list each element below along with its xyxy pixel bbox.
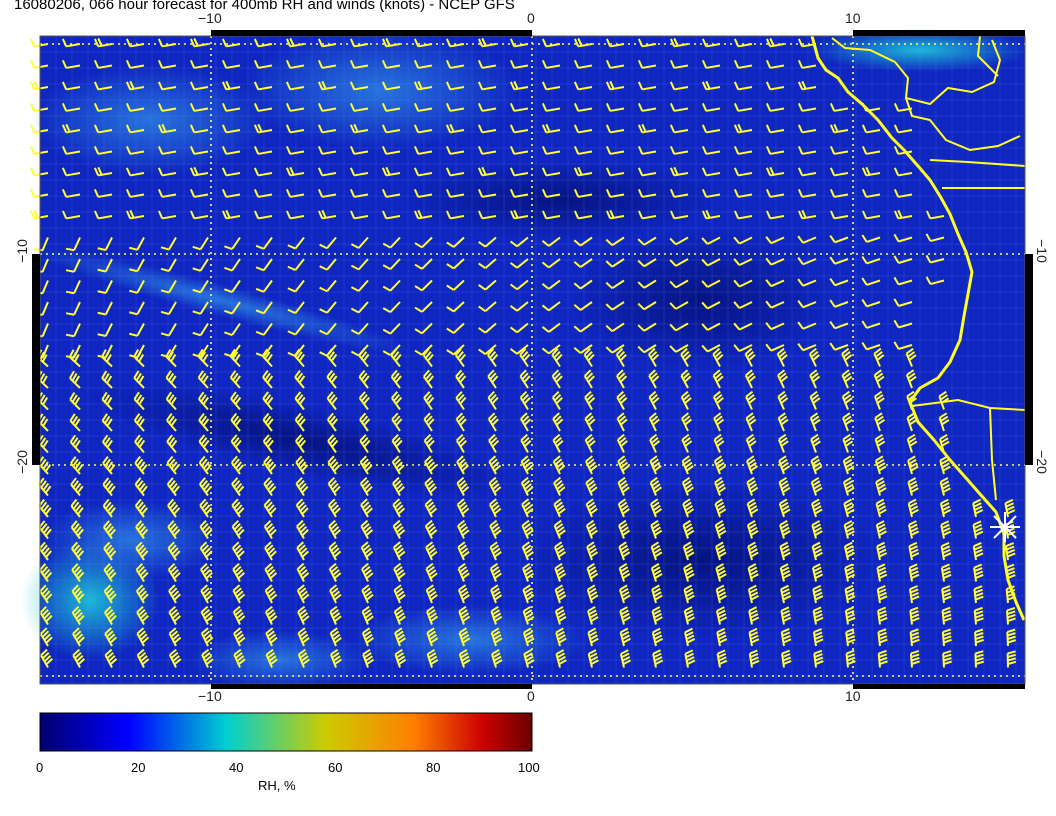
x-tick-top-10: 10 xyxy=(845,10,861,26)
colorbar-label-20: 20 xyxy=(131,760,146,775)
colorbar-label-40: 40 xyxy=(229,760,244,775)
x-tick-top-neg10: −10 xyxy=(198,10,222,26)
colorbar-label-80: 80 xyxy=(426,760,441,775)
colorbar xyxy=(39,712,533,752)
y-tick-left-neg20: −20 xyxy=(13,450,30,474)
x-tick-bottom-10: 10 xyxy=(845,688,861,704)
x-tick-bottom-0: 0 xyxy=(527,688,535,704)
colorbar-title: RH, % xyxy=(258,778,296,793)
colorbar-label-100: 100 xyxy=(518,760,540,775)
x-tick-top-0: 0 xyxy=(527,10,535,26)
y-tick-left-neg10: −10 xyxy=(13,239,30,263)
colorbar-label-60: 60 xyxy=(328,760,343,775)
colorbar-label-0: 0 xyxy=(36,760,44,775)
station-star[interactable] xyxy=(990,512,1020,542)
y-tick-right-neg10: −10 xyxy=(1033,239,1050,263)
y-tick-right-neg20: −20 xyxy=(1033,450,1050,474)
x-tick-bottom-neg10: −10 xyxy=(198,688,222,704)
